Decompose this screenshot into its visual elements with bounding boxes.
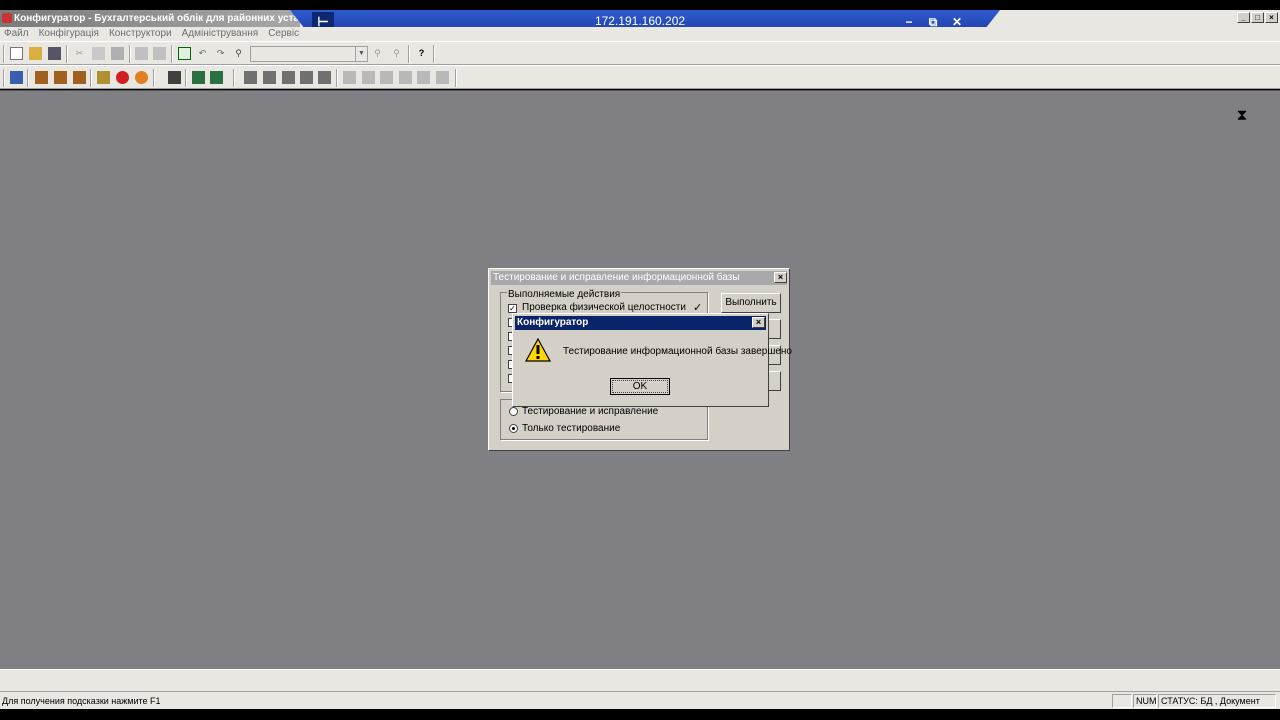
app-icon: [2, 13, 12, 23]
num-lock-indicator: NUM: [1133, 694, 1157, 708]
actions-group-label: Выполняемые действия: [507, 289, 622, 300]
menu-configuration[interactable]: Конфігурація: [39, 27, 99, 41]
configuration-toolbar: [0, 65, 1280, 89]
toolbar-grip: [233, 69, 235, 87]
paste-icon[interactable]: [111, 47, 124, 60]
print-preview-icon[interactable]: [153, 47, 166, 60]
save-data-icon[interactable]: [192, 71, 205, 84]
status-bar: Для получения подсказки нажмите F1 NUM С…: [0, 691, 1280, 709]
action-label: Проверка физической целостности: [522, 302, 686, 313]
rights-icon[interactable]: [73, 71, 86, 84]
maximize-button[interactable]: □: [1251, 12, 1264, 23]
message-close-button[interactable]: ×: [752, 317, 765, 328]
status-state: СТАТУС: БД , Документ: [1158, 694, 1276, 708]
action-checkbox-physical-integrity[interactable]: ✓: [508, 304, 517, 313]
toolbar-grip: [3, 45, 5, 63]
stop-icon[interactable]: [116, 71, 129, 84]
run-button[interactable]: Выполнить: [721, 293, 781, 313]
disabled-tool-icon: [362, 71, 375, 84]
status-panel-empty: [1112, 694, 1132, 708]
find-previous-icon[interactable]: ⚲: [390, 47, 403, 60]
toolbar-separator: [129, 45, 131, 63]
toolbar-separator: [408, 45, 410, 63]
print-icon[interactable]: [135, 47, 148, 60]
cut-icon[interactable]: ✂: [73, 47, 86, 60]
wizard-icon[interactable]: [244, 71, 257, 84]
find-icon[interactable]: ⚲: [232, 47, 245, 60]
disabled-tool-icon: [343, 71, 356, 84]
disabled-tool-icon: [399, 71, 412, 84]
screen-border: [0, 709, 1280, 720]
rdp-host-address: 172.191.160.202: [594, 14, 686, 28]
disabled-tool-icon: [380, 71, 393, 84]
open-folder-icon[interactable]: [29, 47, 42, 60]
toolbar-separator: [185, 69, 187, 87]
toolbar-separator: [90, 69, 92, 87]
chevron-down-icon[interactable]: ▼: [355, 47, 367, 61]
ok-button[interactable]: OK: [610, 378, 670, 395]
run-enterprise-icon[interactable]: [168, 71, 181, 84]
close-button[interactable]: ×: [1265, 12, 1278, 23]
debug-icon[interactable]: [135, 71, 148, 84]
menu-administration[interactable]: Адміністрування: [182, 27, 259, 41]
window-list-area: [0, 669, 1280, 691]
warning-icon: [525, 338, 551, 362]
help-icon[interactable]: ?: [415, 47, 428, 60]
undo-icon[interactable]: ↶: [196, 47, 209, 60]
find-next-icon[interactable]: ⚲: [371, 47, 384, 60]
metadata-tree-icon[interactable]: [10, 71, 23, 84]
wizard-icon[interactable]: [282, 71, 295, 84]
menu-bar: Файл Конфігурація Конструктори Адмініструва…: [0, 27, 1280, 41]
toolbar-separator: [66, 45, 68, 63]
menu-file[interactable]: Файл: [4, 27, 29, 41]
toolbar-end: [433, 45, 435, 63]
menu-service[interactable]: Сервіс: [268, 27, 299, 41]
wizard-icon[interactable]: [263, 71, 276, 84]
ok-button-label: OK: [612, 380, 668, 393]
redo-icon[interactable]: ↷: [214, 47, 227, 60]
toolbar-separator: [171, 45, 173, 63]
new-document-icon[interactable]: [10, 47, 23, 60]
search-combobox[interactable]: ▼: [250, 46, 368, 62]
hourglass-cursor-icon: ⧗: [1236, 107, 1248, 124]
save-icon[interactable]: [48, 47, 61, 60]
users-icon[interactable]: [54, 71, 67, 84]
toolbar-separator: [27, 69, 29, 87]
designer-icon[interactable]: [35, 71, 48, 84]
menu-constructors[interactable]: Конструктори: [109, 27, 172, 41]
mode-radio-test-and-repair[interactable]: [509, 407, 518, 416]
app-title: Конфигуратор - Бухгалтерський облік для …: [0, 10, 300, 27]
disabled-tool-icon: [436, 71, 449, 84]
dialog-close-button[interactable]: ×: [774, 272, 787, 283]
toolbar-grip: [3, 69, 5, 87]
toolbar-separator: [336, 69, 338, 87]
mode-label: Только тестирование: [522, 423, 621, 434]
standard-toolbar: ✂ ↶ ↷ ⚲ ▼ ⚲ ⚲ ?: [0, 41, 1280, 65]
minimize-button[interactable]: _: [1237, 12, 1250, 23]
mode-radio-test-only[interactable]: [509, 424, 518, 433]
load-config-icon[interactable]: [97, 71, 110, 84]
copy-icon[interactable]: [92, 47, 105, 60]
disabled-tool-icon: [417, 71, 430, 84]
status-hint: Для получения подсказки нажмите F1: [2, 696, 161, 706]
toolbar-separator: [153, 69, 155, 87]
message-title: Конфигуратор: [515, 316, 766, 330]
mode-label: Тестирование и исправление: [522, 406, 659, 417]
message-text: Тестирование информационной базы заверше…: [563, 346, 792, 357]
load-data-icon[interactable]: [210, 71, 223, 84]
wizard-icon[interactable]: [300, 71, 313, 84]
syntax-check-icon[interactable]: [178, 47, 191, 60]
message-dialog: Конфигуратор × Тестирование информационн…: [512, 313, 792, 407]
dialog-title: Тестирование и исправление информационно…: [491, 271, 787, 285]
wizard-icon[interactable]: [318, 71, 331, 84]
toolbar-end: [455, 69, 457, 87]
